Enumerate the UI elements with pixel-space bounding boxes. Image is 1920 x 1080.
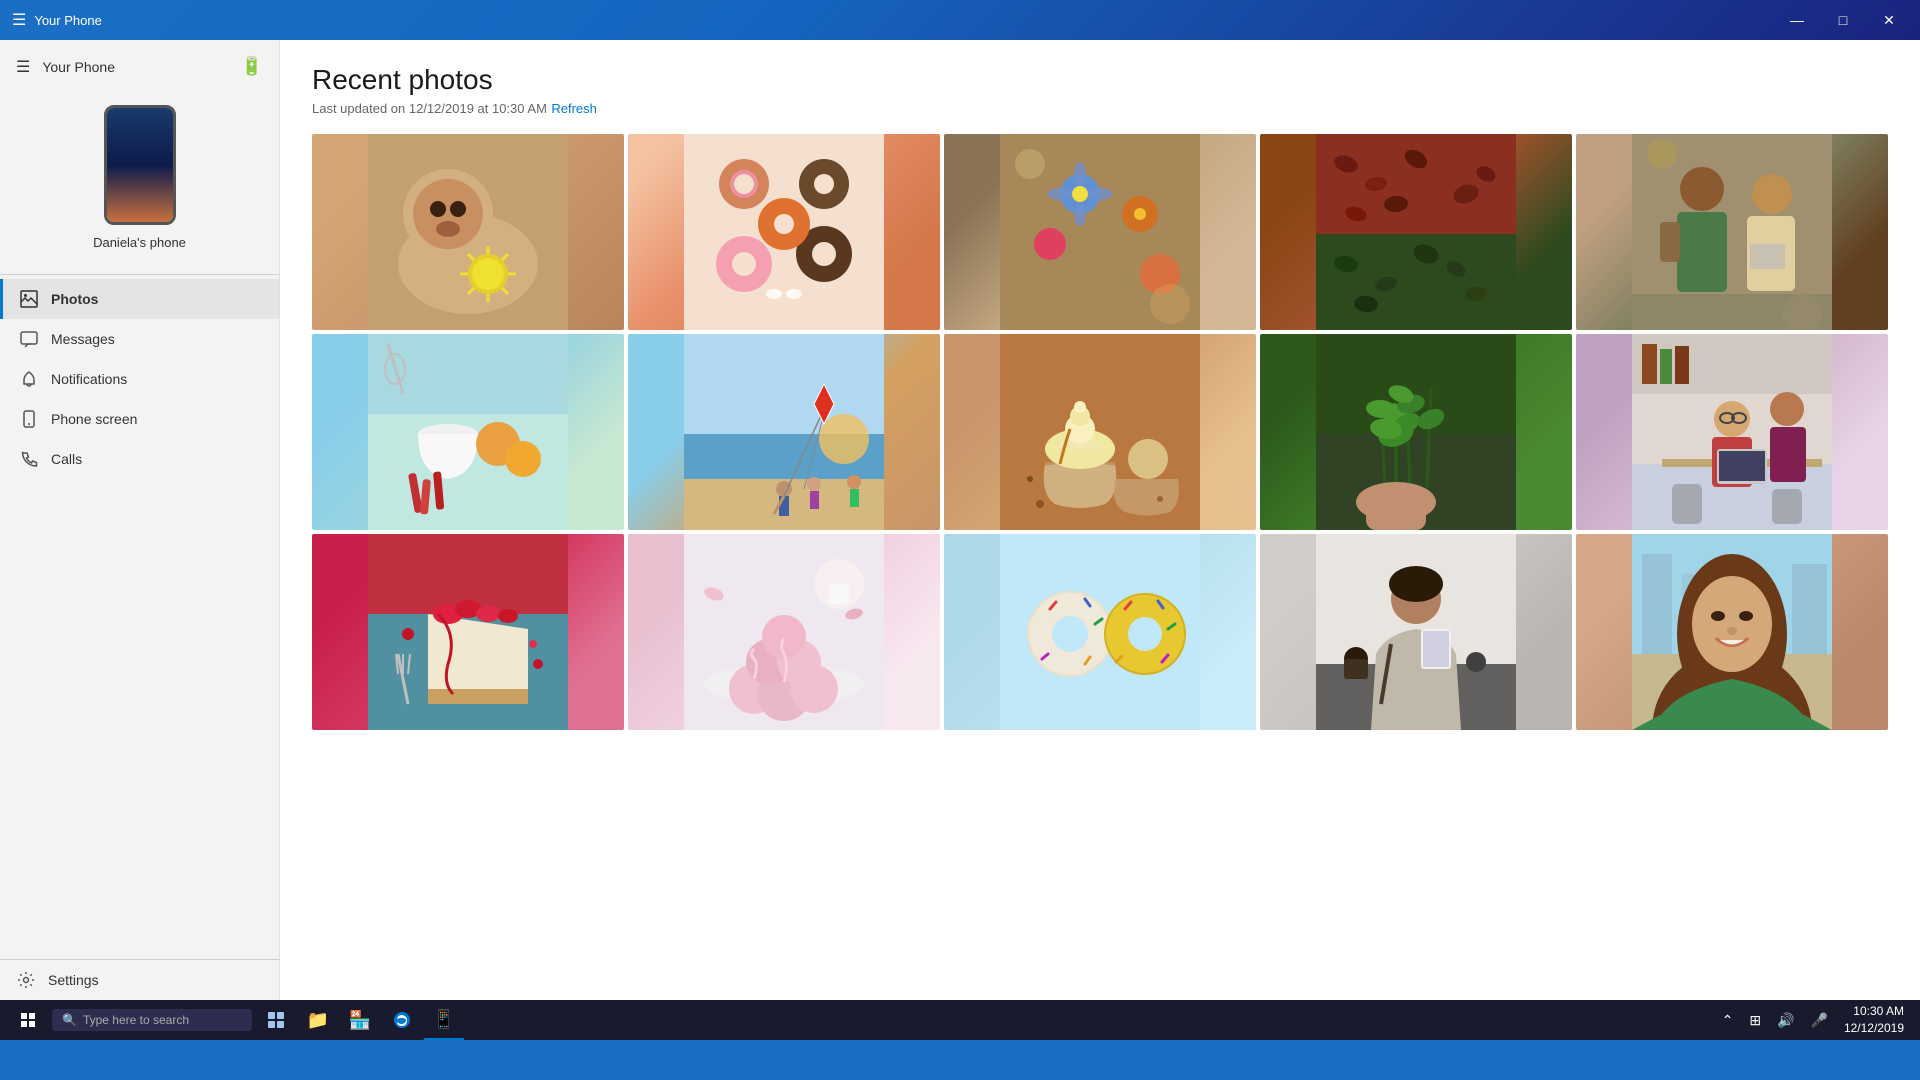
- photo-cupcakes[interactable]: [944, 334, 1256, 530]
- photo-kitchen[interactable]: [312, 334, 624, 530]
- close-button[interactable]: ✕: [1866, 0, 1912, 40]
- sidebar-hamburger-icon[interactable]: ☰: [16, 57, 30, 77]
- notifications-icon: [19, 369, 39, 389]
- settings-label: Settings: [48, 972, 99, 988]
- last-updated-bar: Last updated on 12/12/2019 at 10:30 AM R…: [312, 100, 1888, 118]
- edge-button[interactable]: [382, 1000, 422, 1040]
- refresh-link[interactable]: Refresh: [551, 101, 597, 116]
- phone-display: Daniela's phone: [0, 85, 279, 270]
- sidebar-item-calls[interactable]: Calls: [0, 439, 279, 479]
- taskbar-clock[interactable]: 10:30 AM 12/12/2019: [1836, 1003, 1912, 1037]
- photo-portrait[interactable]: [1576, 534, 1888, 730]
- sidebar-spacer: [0, 479, 279, 959]
- photos-row-1: [312, 134, 1888, 330]
- start-square-1: [21, 1013, 27, 1019]
- phone-screen-label: Phone screen: [51, 411, 137, 427]
- photo-beans[interactable]: [1260, 134, 1572, 330]
- photos-label: Photos: [51, 291, 98, 307]
- page-title: Recent photos: [312, 64, 1888, 96]
- sidebar-item-messages[interactable]: Messages: [0, 319, 279, 359]
- photo-flowers[interactable]: [944, 134, 1256, 330]
- minimize-button[interactable]: —: [1774, 0, 1820, 40]
- sidebar-item-photos[interactable]: Photos: [0, 279, 279, 319]
- sidebar-app-title: Your Phone: [42, 59, 115, 75]
- photo-meringue[interactable]: [628, 534, 940, 730]
- sidebar-header: ☰ Your Phone 🔋: [0, 40, 279, 85]
- notifications-label: Notifications: [51, 371, 127, 387]
- photo-beach[interactable]: [628, 334, 940, 530]
- photos-row-3: [312, 534, 1888, 730]
- photo-herbs[interactable]: [1260, 334, 1572, 530]
- taskbar: 🔍 Type here to search 📁 🏪 📱: [0, 1000, 1920, 1040]
- start-icon: [21, 1013, 35, 1027]
- title-bar: ☰ Your Phone — □ ✕: [0, 0, 1920, 40]
- taskbar-search[interactable]: 🔍 Type here to search: [52, 1009, 252, 1031]
- maximize-button[interactable]: □: [1820, 0, 1866, 40]
- messages-label: Messages: [51, 331, 115, 347]
- messages-icon: [19, 329, 39, 349]
- calls-icon: [19, 449, 39, 469]
- start-square-3: [21, 1021, 27, 1027]
- tray-chevron[interactable]: ⌃: [1718, 1012, 1738, 1029]
- settings-icon: [16, 970, 36, 990]
- speaker-icon[interactable]: 🎤: [1807, 1012, 1832, 1029]
- photo-woman[interactable]: [1260, 534, 1572, 730]
- photo-people1[interactable]: [1576, 134, 1888, 330]
- photo-dog[interactable]: [312, 134, 624, 330]
- content-header: Recent photos Last updated on 12/12/2019…: [280, 40, 1920, 134]
- app-body: ☰ Your Phone 🔋 Daniela's phone: [0, 40, 1920, 1000]
- battery-icon: 🔋: [241, 56, 263, 77]
- sidebar-item-notifications[interactable]: Notifications: [0, 359, 279, 399]
- store-button[interactable]: 🏪: [340, 1000, 380, 1040]
- start-square-2: [29, 1013, 35, 1019]
- last-updated-text: Last updated on 12/12/2019 at 10:30 AM: [312, 101, 547, 116]
- start-button[interactable]: [8, 1000, 48, 1040]
- sidebar: ☰ Your Phone 🔋 Daniela's phone: [0, 40, 280, 1000]
- photo-donutsblue[interactable]: [944, 534, 1256, 730]
- phone-screen-background: [107, 108, 173, 222]
- volume-icon[interactable]: 🔊: [1773, 1012, 1798, 1029]
- taskbar-icons: 📁 🏪 📱: [256, 1000, 464, 1040]
- photo-cheesecake[interactable]: [312, 534, 624, 730]
- search-placeholder: Type here to search: [83, 1013, 189, 1027]
- photo-students[interactable]: [1576, 334, 1888, 530]
- title-bar-left: ☰ Your Phone: [12, 10, 102, 30]
- network-icon[interactable]: ⊞: [1745, 1012, 1765, 1029]
- taskbar-time: 10:30 AM: [1844, 1003, 1904, 1020]
- file-explorer-button[interactable]: 📁: [298, 1000, 338, 1040]
- phone-name: Daniela's phone: [93, 235, 186, 250]
- app-title: Your Phone: [34, 13, 101, 28]
- main-content: Recent photos Last updated on 12/12/2019…: [280, 40, 1920, 1000]
- hamburger-icon[interactable]: ☰: [12, 10, 26, 30]
- photo-donuts[interactable]: [628, 134, 940, 330]
- system-tray: ⌃ ⊞ 🔊 🎤: [1718, 1012, 1832, 1029]
- phone-image: [104, 105, 176, 225]
- photos-grid[interactable]: [280, 134, 1920, 1000]
- title-bar-controls: — □ ✕: [1774, 0, 1912, 40]
- start-square-4: [29, 1021, 35, 1027]
- sidebar-item-settings[interactable]: Settings: [0, 959, 279, 1000]
- sidebar-divider: [0, 274, 279, 275]
- phone-screen-icon: [19, 409, 39, 429]
- sidebar-item-phone-screen[interactable]: Phone screen: [0, 399, 279, 439]
- taskbar-date: 12/12/2019: [1844, 1020, 1904, 1037]
- calls-label: Calls: [51, 451, 82, 467]
- search-icon: 🔍: [62, 1013, 77, 1027]
- photos-row-2: [312, 334, 1888, 530]
- task-view-button[interactable]: [256, 1000, 296, 1040]
- your-phone-button[interactable]: 📱: [424, 1000, 464, 1040]
- photos-icon: [19, 289, 39, 309]
